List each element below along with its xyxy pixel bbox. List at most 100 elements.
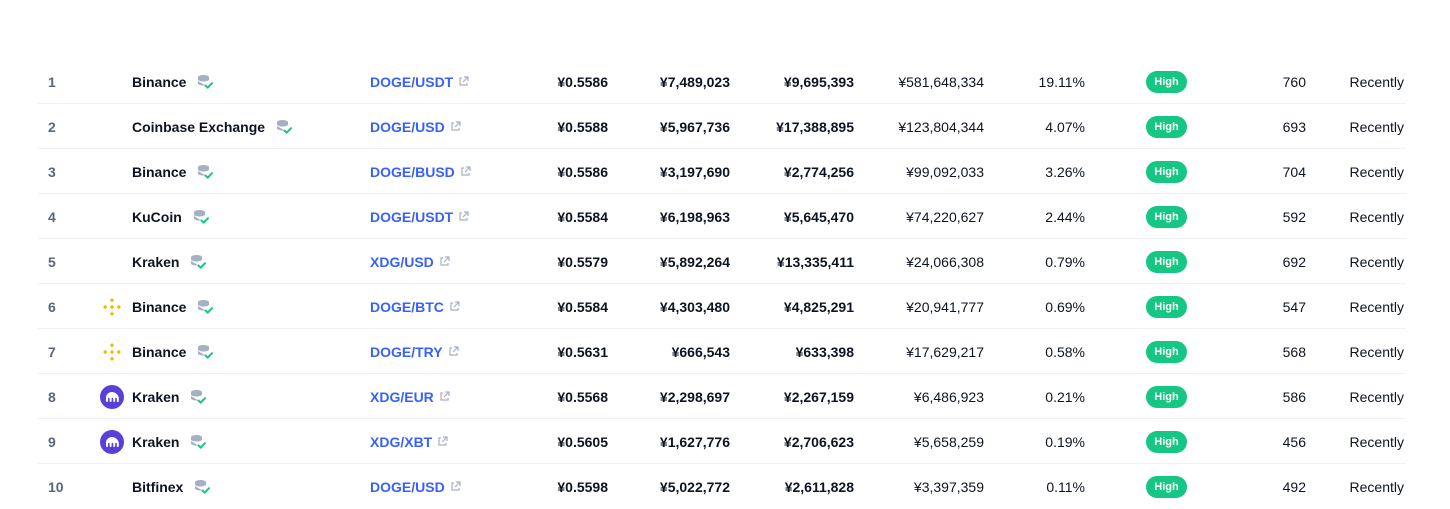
exchange-logo-cell (98, 104, 126, 149)
exchange-name[interactable]: KuCoin (132, 209, 182, 225)
pair-label[interactable]: XDG/XBT (370, 434, 432, 450)
depth-minus-cell: ¥5,645,470 (783, 208, 854, 225)
confidence-cell: High (1146, 284, 1187, 329)
exchange-name[interactable]: Coinbase Exchange (132, 119, 265, 135)
table-row[interactable]: 5 Kraken XDG/USD ¥0.5579 ¥5,892,264 ¥13,… (38, 239, 1406, 284)
volume-cell: ¥6,486,923 (913, 388, 984, 405)
confidence-badge: High (1146, 160, 1187, 183)
exchange-name-cell[interactable]: Binance (132, 149, 214, 194)
table-row[interactable]: 4 KuCoin DOGE/USDT ¥0.5584 ¥6,198,963 ¥5… (38, 194, 1406, 239)
confidence-badge: High (1146, 385, 1187, 408)
verified-reserves-icon[interactable] (196, 298, 214, 316)
exchange-name[interactable]: Binance (132, 164, 186, 180)
pair-label[interactable]: DOGE/USDT (370, 209, 453, 225)
pair-link[interactable]: DOGE/USDT (370, 194, 469, 239)
exchange-name-cell[interactable]: Bitfinex (132, 464, 211, 509)
volume-percent-cell: 0.11% (1046, 478, 1085, 495)
table-row[interactable]: 9 Kraken XDG/XBT ¥0.5605 ¥1,627,776 ¥2,7… (38, 419, 1406, 464)
verified-reserves-icon[interactable] (189, 253, 207, 271)
pair-label[interactable]: DOGE/USD (370, 479, 445, 495)
depth-plus-cell: ¥5,967,736 (659, 118, 730, 135)
exchange-name-cell[interactable]: Binance (132, 284, 214, 329)
confidence-cell: High (1146, 374, 1187, 419)
verified-reserves-icon[interactable] (196, 343, 214, 361)
table-row[interactable]: 3 Binance DOGE/BUSD ¥0.5586 ¥3,197,690 ¥… (38, 149, 1406, 194)
pair-label[interactable]: XDG/EUR (370, 389, 434, 405)
verified-reserves-icon[interactable] (196, 73, 214, 91)
exchange-name-cell[interactable]: Kraken (132, 239, 207, 284)
external-link-icon[interactable] (439, 391, 450, 402)
pair-label[interactable]: DOGE/TRY (370, 344, 443, 360)
table-row[interactable]: 7 Binance DOGE/TRY ¥0.5631 ¥666,543 ¥633… (38, 329, 1406, 374)
pair-label[interactable]: DOGE/USDT (370, 74, 453, 90)
volume-percent-cell: 0.58% (1045, 343, 1085, 360)
liquidity-score-cell: 586 (1282, 388, 1306, 405)
depth-plus-cell: ¥7,489,023 (659, 73, 730, 90)
depth-plus-cell: ¥6,198,963 (659, 208, 730, 225)
binance-logo-icon (100, 295, 124, 319)
verified-reserves-icon[interactable] (196, 163, 214, 181)
external-link-icon[interactable] (448, 346, 459, 357)
exchange-name[interactable]: Binance (132, 299, 186, 315)
pair-label[interactable]: DOGE/BUSD (370, 164, 455, 180)
table-row[interactable]: 6 Binance DOGE/BTC ¥0.5584 ¥4,303,480 ¥4… (38, 284, 1406, 329)
price-cell: ¥0.5586 (557, 163, 608, 180)
table-row[interactable]: 10 Bitfinex DOGE/USD ¥0.5598 ¥5,022,772 … (38, 464, 1406, 509)
exchange-name-cell[interactable]: Binance (132, 59, 214, 104)
pair-link[interactable]: XDG/USD (370, 239, 450, 284)
verified-reserves-icon[interactable] (189, 388, 207, 406)
external-link-icon[interactable] (437, 436, 448, 447)
external-link-icon[interactable] (450, 481, 461, 492)
pair-label[interactable]: DOGE/BTC (370, 299, 444, 315)
confidence-cell: High (1146, 104, 1187, 149)
external-link-icon[interactable] (460, 166, 471, 177)
exchange-logo-cell (98, 239, 126, 284)
exchange-name-cell[interactable]: Binance (132, 329, 214, 374)
exchange-name[interactable]: Binance (132, 344, 186, 360)
updated-cell: Recently (1349, 298, 1404, 315)
exchange-logo-cell (98, 194, 126, 239)
table-row[interactable]: 1 Binance DOGE/USDT ¥0.5586 ¥7,489,023 ¥… (38, 59, 1406, 104)
table-row[interactable]: 2 Coinbase Exchange DOGE/USD ¥0.5588 ¥5,… (38, 104, 1406, 149)
updated-cell: Recently (1349, 163, 1404, 180)
external-link-icon[interactable] (458, 211, 469, 222)
external-link-icon[interactable] (458, 76, 469, 87)
pair-label[interactable]: DOGE/USD (370, 119, 445, 135)
external-link-icon[interactable] (450, 121, 461, 132)
confidence-cell: High (1146, 239, 1187, 284)
volume-percent-cell: 19.11% (1038, 73, 1085, 90)
external-link-icon[interactable] (449, 301, 460, 312)
verified-reserves-icon[interactable] (189, 433, 207, 451)
pair-link[interactable]: XDG/XBT (370, 419, 448, 464)
exchange-name[interactable]: Bitfinex (132, 479, 183, 495)
exchange-name-cell[interactable]: KuCoin (132, 194, 210, 239)
exchange-name[interactable]: Kraken (132, 254, 179, 270)
exchange-name-cell[interactable]: Kraken (132, 374, 207, 419)
exchange-name-cell[interactable]: Coinbase Exchange (132, 104, 293, 149)
table-row[interactable]: 8 Kraken XDG/EUR ¥0.5568 ¥2,298,697 ¥2,2… (38, 374, 1406, 419)
pair-link[interactable]: XDG/EUR (370, 374, 450, 419)
depth-minus-cell: ¥2,611,828 (784, 478, 854, 495)
exchange-name[interactable]: Kraken (132, 389, 179, 405)
verified-reserves-icon[interactable] (193, 478, 211, 496)
exchange-logo-cell (98, 419, 126, 464)
exchange-name-cell[interactable]: Kraken (132, 419, 207, 464)
external-link-icon[interactable] (439, 256, 450, 267)
confidence-badge: High (1146, 430, 1187, 453)
updated-cell: Recently (1349, 253, 1404, 270)
exchange-name[interactable]: Kraken (132, 434, 179, 450)
pair-label[interactable]: XDG/USD (370, 254, 434, 270)
exchange-name[interactable]: Binance (132, 74, 186, 90)
price-cell: ¥0.5586 (557, 73, 608, 90)
pair-link[interactable]: DOGE/BUSD (370, 149, 471, 194)
pair-link[interactable]: DOGE/USD (370, 104, 461, 149)
price-cell: ¥0.5598 (557, 478, 608, 495)
depth-minus-cell: ¥17,388,895 (776, 118, 854, 135)
depth-plus-cell: ¥5,022,772 (659, 478, 730, 495)
pair-link[interactable]: DOGE/USD (370, 464, 461, 509)
verified-reserves-icon[interactable] (192, 208, 210, 226)
pair-link[interactable]: DOGE/BTC (370, 284, 460, 329)
verified-reserves-icon[interactable] (275, 118, 293, 136)
pair-link[interactable]: DOGE/TRY (370, 329, 459, 374)
pair-link[interactable]: DOGE/USDT (370, 59, 469, 104)
